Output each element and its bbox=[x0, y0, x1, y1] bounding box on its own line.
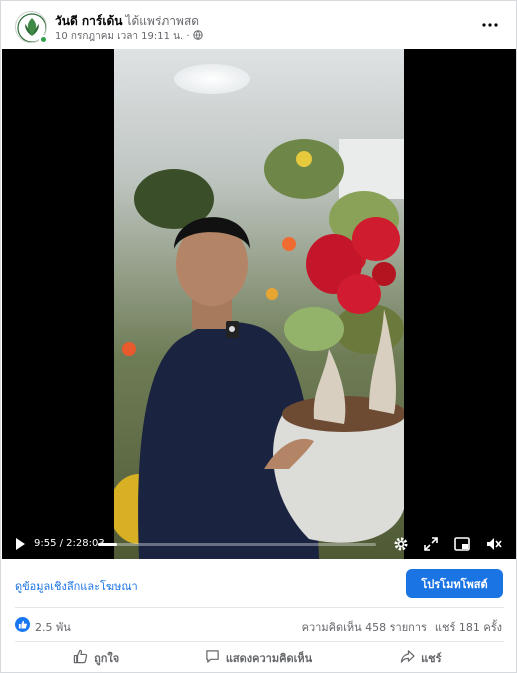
comment-button-label: แสดงความคิดเห็น bbox=[225, 651, 313, 665]
engagement-counts: ความคิดเห็น 458 รายการ แชร์ 181 ครั้ง bbox=[294, 618, 502, 636]
promote-post-button[interactable]: โปรโมทโพสต์ bbox=[406, 569, 503, 598]
share-button-label: แชร์ bbox=[421, 651, 442, 665]
post-stats: 2.5 พัน ความคิดเห็น 458 รายการ แชร์ 181 ค… bbox=[1, 608, 516, 641]
comment-count[interactable]: ความคิดเห็น 458 รายการ bbox=[302, 621, 427, 634]
globe-icon bbox=[192, 30, 203, 43]
video-controls: 9:55 / 2:28:03 bbox=[2, 529, 516, 559]
thumbs-up-icon bbox=[73, 649, 88, 667]
ad-row: ดูข้อมูลเชิงลึกและโฆษณา โปรโมทโพสต์ bbox=[1, 559, 516, 607]
insights-link[interactable]: ดูข้อมูลเชิงลึกและโฆษณา bbox=[15, 577, 138, 595]
post-card: วันดี การ์เด้น ได้แพร่ภาพสด 10 กรกฎาคม เว… bbox=[0, 0, 517, 673]
page-name-text[interactable]: วันดี การ์เด้น bbox=[55, 14, 122, 28]
share-icon bbox=[400, 649, 415, 667]
comment-button[interactable]: แสดงความคิดเห็น bbox=[177, 642, 339, 673]
online-dot bbox=[39, 35, 48, 44]
video-progress-bar[interactable] bbox=[98, 543, 376, 546]
post-header: วันดี การ์เด้น ได้แพร่ภาพสด 10 กรกฎาคม เว… bbox=[1, 1, 516, 49]
reaction-count[interactable]: 2.5 พัน bbox=[35, 618, 71, 636]
fullscreen-icon[interactable] bbox=[422, 535, 440, 553]
live-label: ได้แพร่ภาพสด bbox=[125, 14, 200, 28]
more-options-icon[interactable] bbox=[478, 13, 502, 37]
share-count[interactable]: แชร์ 181 ครั้ง bbox=[435, 621, 502, 634]
play-icon[interactable] bbox=[11, 535, 29, 553]
video-progress-fill bbox=[98, 543, 117, 546]
post-meta: 10 กรกฎาคม เวลา 19:11 น. · bbox=[55, 29, 203, 44]
like-button[interactable]: ถูกใจ bbox=[15, 642, 177, 673]
comment-icon bbox=[205, 649, 220, 667]
video-time: 9:55 / 2:28:03 bbox=[34, 538, 105, 549]
share-button[interactable]: แชร์ bbox=[340, 642, 502, 673]
picture-in-picture-icon[interactable] bbox=[453, 535, 471, 553]
post-actions: ถูกใจ แสดงความคิดเห็น แชร์ bbox=[1, 642, 516, 673]
mute-icon[interactable] bbox=[485, 535, 503, 553]
post-date[interactable]: 10 กรกฎาคม เวลา 19:11 น. · bbox=[55, 29, 190, 44]
video-player[interactable]: 9:55 / 2:28:03 bbox=[2, 49, 516, 559]
like-reaction-icon[interactable] bbox=[15, 617, 30, 632]
video-frame bbox=[114, 49, 404, 559]
settings-gear-icon[interactable] bbox=[392, 535, 410, 553]
like-button-label: ถูกใจ bbox=[94, 651, 120, 665]
